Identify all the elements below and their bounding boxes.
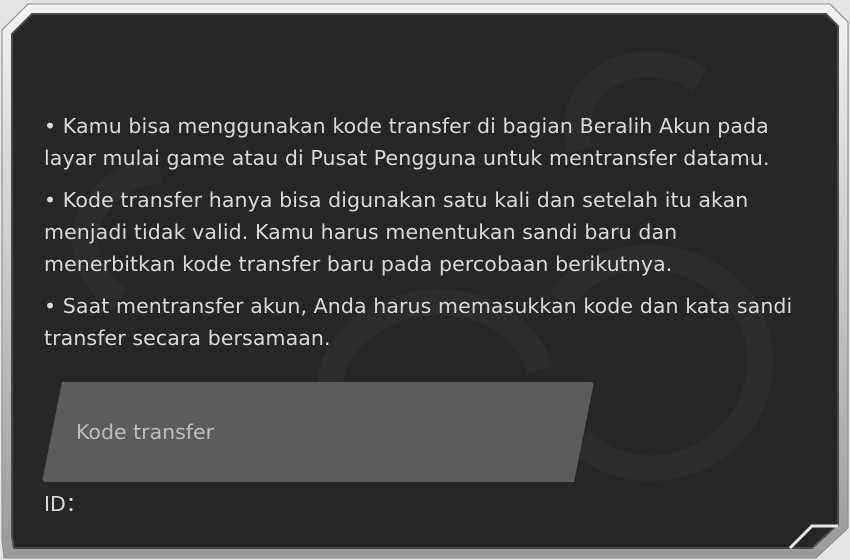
- info-paragraph-1: • Kamu bisa menggunakan kode transfer di…: [44, 114, 770, 170]
- info-text-block: • Kamu bisa menggunakan kode transfer di…: [44, 110, 804, 364]
- info-paragraph-2: • Kode transfer hanya bisa digunakan sat…: [44, 188, 749, 276]
- id-label: ID：: [44, 492, 87, 516]
- info-paragraph-3: • Saat mentransfer akun, Anda harus mema…: [44, 294, 793, 350]
- transfer-code-input[interactable]: [42, 382, 594, 482]
